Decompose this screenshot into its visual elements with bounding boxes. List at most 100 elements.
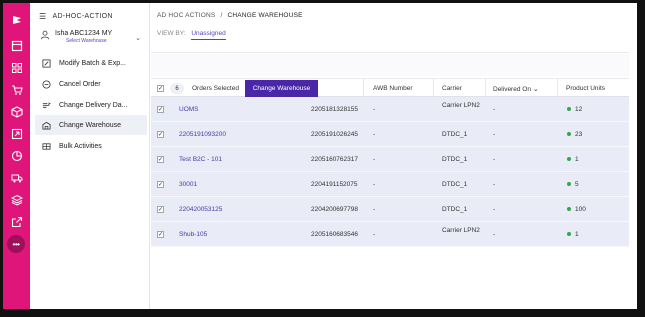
column-carrier[interactable]: Carrier bbox=[442, 85, 462, 92]
more-icon[interactable]: ••• bbox=[7, 235, 25, 253]
order-id: 2204200697798 bbox=[311, 206, 358, 213]
order-link[interactable]: 2205191093200 bbox=[179, 131, 226, 138]
carrier: Carrier LPN2 bbox=[442, 227, 480, 234]
order-link[interactable]: 30001 bbox=[179, 181, 197, 188]
order-link[interactable]: 220420053125 bbox=[179, 206, 222, 213]
row-checkbox[interactable]: ✓ bbox=[157, 181, 164, 188]
dashboard-icon[interactable] bbox=[10, 39, 23, 52]
row-checkbox[interactable]: ✓ bbox=[157, 156, 164, 163]
status-dot-icon bbox=[567, 207, 571, 212]
carrier: DTDC_1 bbox=[442, 181, 468, 188]
orders-icon[interactable] bbox=[10, 83, 23, 96]
grid-icon[interactable] bbox=[10, 61, 23, 74]
table-row[interactable]: ✓ 220420053125 2204200697798 - DTDC_1 - … bbox=[151, 197, 629, 222]
awb-number: - bbox=[373, 206, 376, 213]
warehouse-selector[interactable]: Isha ABC1234 MY Select Warehouse ⌄ bbox=[39, 30, 145, 44]
warehouse-icon bbox=[42, 121, 51, 130]
truck-icon[interactable] bbox=[10, 171, 23, 184]
order-id: 2204191152075 bbox=[311, 181, 358, 188]
row-checkbox[interactable]: ✓ bbox=[157, 106, 164, 113]
icon-rail: ••• bbox=[3, 3, 30, 309]
column-product-units[interactable]: Product Units bbox=[566, 85, 605, 92]
units-value: 23 bbox=[575, 131, 583, 138]
product-units: 1 bbox=[567, 231, 579, 238]
chevron-down-icon[interactable]: ⌄ bbox=[135, 34, 141, 42]
status-dot-icon bbox=[567, 157, 571, 162]
menu-item-label: Cancel Order bbox=[59, 80, 101, 88]
cancel-icon bbox=[42, 79, 51, 89]
menu-item-label: Bulk Activities bbox=[59, 142, 102, 150]
select-warehouse-label[interactable]: Select Warehouse bbox=[39, 38, 145, 44]
selected-count-badge: 6 bbox=[170, 83, 184, 94]
user-icon bbox=[39, 29, 50, 40]
view-by: VIEW BY: Unassigned bbox=[157, 30, 226, 40]
status-dot-icon bbox=[567, 232, 571, 237]
row-checkbox[interactable]: ✓ bbox=[157, 131, 164, 138]
table-row[interactable]: ✓ UOMS 2205181328155 - Carrier LPN2 - 12 bbox=[151, 97, 629, 122]
breadcrumb: AD HOC ACTIONS / CHANGE WAREHOUSE bbox=[157, 12, 303, 19]
units-value: 5 bbox=[575, 181, 579, 188]
change-warehouse-button[interactable]: Change Warehouse bbox=[245, 80, 318, 97]
edit-icon bbox=[42, 58, 51, 68]
table-row[interactable]: ✓ Shub-105 2205160683546 - Carrier LPN2 … bbox=[151, 222, 629, 247]
orders-table: ✓ 6 Orders Selected Change Warehouse AWB… bbox=[151, 78, 629, 247]
breadcrumb-root[interactable]: AD HOC ACTIONS bbox=[157, 12, 215, 19]
delivered-on: - bbox=[493, 106, 496, 113]
order-link[interactable]: Shub-105 bbox=[179, 231, 207, 238]
returns-icon[interactable] bbox=[10, 127, 23, 140]
awb-number: - bbox=[373, 181, 376, 188]
delivered-on: - bbox=[493, 156, 496, 163]
menu-item-change-delivery-date[interactable]: Change Delivery Da... bbox=[35, 95, 147, 115]
menu-item-label: Change Delivery Da... bbox=[59, 101, 128, 109]
logo-icon[interactable] bbox=[10, 13, 23, 26]
row-checkbox[interactable]: ✓ bbox=[157, 206, 164, 213]
units-value: 12 bbox=[575, 106, 583, 113]
toolbar bbox=[151, 54, 629, 76]
units-value: 1 bbox=[575, 156, 579, 163]
orders-selected-label: Orders Selected bbox=[192, 85, 239, 92]
export-icon[interactable] bbox=[10, 215, 23, 228]
chart-icon[interactable] bbox=[10, 149, 23, 162]
column-awb-number[interactable]: AWB Number bbox=[373, 85, 413, 92]
product-units: 23 bbox=[567, 131, 582, 138]
select-all-checkbox[interactable]: ✓ bbox=[157, 85, 164, 92]
column-delivered-on[interactable]: Delivered On ⌄ bbox=[493, 85, 539, 93]
carrier: DTDC_1 bbox=[442, 206, 468, 213]
view-by-unassigned-tab[interactable]: Unassigned bbox=[191, 30, 226, 40]
order-id: 2205160762317 bbox=[311, 156, 358, 163]
status-dot-icon bbox=[567, 107, 571, 112]
menu-item-bulk-activities[interactable]: Bulk Activities bbox=[35, 136, 147, 156]
view-by-label: VIEW BY: bbox=[157, 30, 186, 37]
sort-chevron-icon[interactable]: ⌄ bbox=[531, 86, 539, 93]
delivered-on: - bbox=[493, 181, 496, 188]
breadcrumb-current: CHANGE WAREHOUSE bbox=[227, 12, 303, 19]
user-name: Isha ABC1234 MY bbox=[55, 30, 113, 37]
row-checkbox[interactable]: ✓ bbox=[157, 231, 164, 238]
status-dot-icon bbox=[567, 132, 571, 137]
menu-item-cancel-order[interactable]: Cancel Order bbox=[35, 74, 147, 94]
table-row[interactable]: ✓ Test B2C - 101 2205160762317 - DTDC_1 … bbox=[151, 147, 629, 172]
box-icon[interactable] bbox=[10, 105, 23, 118]
menu-item-label: Modify Batch & Exp... bbox=[59, 59, 126, 67]
product-units: 5 bbox=[567, 181, 579, 188]
menu-item-label: Change Warehouse bbox=[59, 121, 122, 129]
awb-number: - bbox=[373, 106, 376, 113]
menu-item-change-warehouse[interactable]: Change Warehouse bbox=[35, 115, 147, 135]
product-units: 100 bbox=[567, 206, 586, 213]
layers-icon[interactable] bbox=[10, 193, 23, 206]
order-link[interactable]: Test B2C - 101 bbox=[179, 156, 222, 163]
menu-item-modify-batch[interactable]: Modify Batch & Exp... bbox=[35, 53, 147, 73]
table-row[interactable]: ✓ 2205191093200 2205191026245 - DTDC_1 -… bbox=[151, 122, 629, 147]
carrier: DTDC_1 bbox=[442, 131, 468, 138]
awb-number: - bbox=[373, 131, 376, 138]
order-link[interactable]: UOMS bbox=[179, 106, 199, 113]
column-divider bbox=[363, 79, 364, 98]
order-id: 2205160683546 bbox=[311, 231, 358, 238]
bulk-icon bbox=[42, 142, 51, 151]
awb-number: - bbox=[373, 231, 376, 238]
hamburger-icon[interactable]: ☰ bbox=[39, 12, 46, 21]
column-divider bbox=[557, 79, 558, 98]
table-row[interactable]: ✓ 30001 2204191152075 - DTDC_1 - 5 bbox=[151, 172, 629, 197]
ad-hoc-menu: ☰ AD-HOC-ACTION Isha ABC1234 MY Select W… bbox=[30, 3, 150, 309]
awb-number: - bbox=[373, 156, 376, 163]
